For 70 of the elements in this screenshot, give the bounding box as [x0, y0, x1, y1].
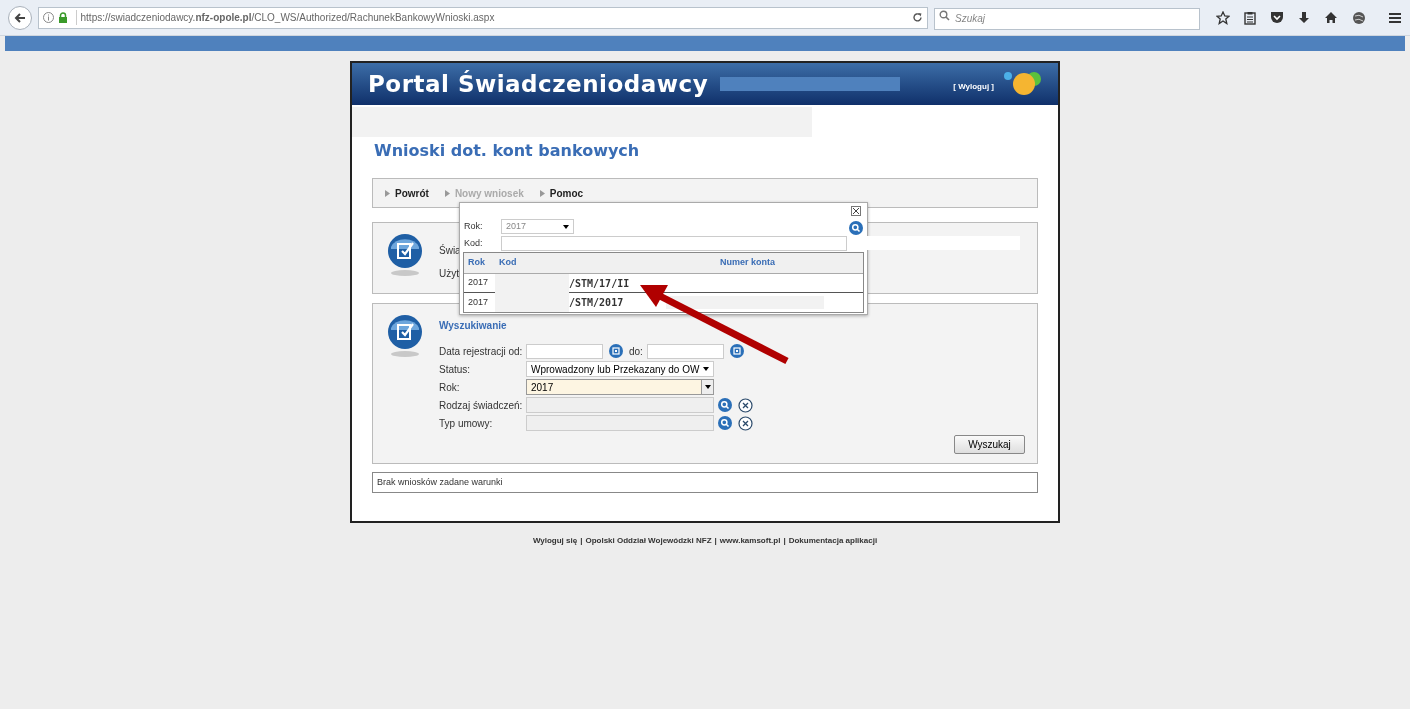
back-button[interactable] — [8, 5, 32, 30]
reload-icon — [912, 12, 923, 23]
table-cell-text: 2017 — [467, 276, 490, 290]
menu-icon[interactable] — [1388, 11, 1402, 24]
clear-icon[interactable] — [738, 415, 753, 431]
download-icon[interactable] — [1298, 10, 1310, 25]
dropdown-arrow-icon — [703, 367, 709, 371]
info-text: Użyt — [439, 267, 460, 281]
field-label: do: — [629, 344, 643, 359]
section-title: Wyszukiwanie — [439, 319, 508, 333]
column-header: Kod — [498, 256, 518, 270]
field-label: Kod: — [464, 236, 484, 250]
search-icon[interactable] — [718, 398, 732, 412]
separator: | — [580, 535, 583, 547]
calendar-icon[interactable] — [729, 344, 744, 358]
star-icon[interactable] — [1216, 10, 1230, 25]
portal-title: Portal Świadczeniodawcy — [368, 69, 709, 99]
select-field[interactable]: 2017 — [526, 379, 714, 395]
logout-link[interactable]: [ Wyloguj ] — [953, 81, 994, 93]
field-label: Status: — [439, 362, 472, 377]
search-button[interactable]: Wyszukaj — [954, 435, 1025, 454]
footer-link[interactable]: Wyloguj się — [532, 535, 578, 547]
footer-link[interactable]: Opolski Oddział Wojewódzki NFZ — [585, 535, 712, 547]
separator: | — [783, 535, 786, 547]
edit-icon — [387, 233, 423, 277]
info-icon — [42, 12, 54, 23]
field-label: Rok: — [464, 219, 484, 233]
menu-link[interactable]: Pomoc — [539, 185, 584, 201]
calendar-icon[interactable] — [609, 344, 623, 358]
globe-icon[interactable] — [1352, 10, 1366, 25]
column-header: Numer konta — [719, 256, 775, 270]
column-header: Rok — [467, 256, 486, 270]
field-label: Rok: — [439, 380, 461, 395]
page-title: Wnioski dot. kont bankowych — [374, 140, 641, 162]
url-field[interactable]: https://swiadczeniodawcy.nfz-opole.pl/CLO_WS/Authorized/RachunekBankowyWnioski.aspx — [37, 6, 928, 29]
close-icon — [852, 207, 860, 215]
date-field[interactable] — [526, 343, 603, 359]
field-label: Data rejestracji od: — [439, 344, 524, 359]
date-field[interactable] — [646, 343, 724, 359]
menu-link[interactable]: Powrót — [385, 185, 429, 201]
triangle-icon — [385, 189, 390, 197]
code-field[interactable] — [501, 236, 847, 251]
table-cell-text: /STM/2017 — [569, 296, 625, 310]
separator: | — [714, 535, 717, 547]
clear-icon[interactable] — [738, 397, 753, 413]
footer-link[interactable]: www.kamsoft.pl — [719, 535, 781, 547]
footer-link[interactable]: Dokumentacja aplikacji — [788, 535, 878, 547]
search-field[interactable]: Szukaj — [934, 7, 1200, 30]
url-text: https://swiadczeniodawcy.nfz-opole.pl/CLO_WS/Authorized/RachunekBankowyWnioski.aspx — [75, 10, 495, 25]
result-message: Brak wniosków zadane warunki — [372, 472, 1038, 493]
pocket-icon[interactable] — [1270, 11, 1284, 24]
select-field[interactable]: Wprowadzony lub Przekazany do OW — [526, 361, 714, 377]
search-icon[interactable] — [849, 221, 863, 235]
clipboard-icon[interactable] — [1244, 10, 1256, 25]
field-label: Rodzaj świadczeń: — [439, 398, 524, 413]
table-cell-text: /STM/17/II — [569, 276, 631, 291]
close-button[interactable] — [851, 206, 861, 216]
table-row[interactable]: 2017 /STM/2017 — [464, 293, 863, 312]
home-icon[interactable] — [1324, 11, 1338, 24]
table-cell-text: 2017 — [467, 295, 490, 309]
dropdown-arrow-icon — [563, 224, 569, 229]
lock-icon — [57, 12, 68, 23]
select-field[interactable]: 2017 — [501, 219, 574, 234]
search-icon — [939, 10, 950, 22]
back-arrow-icon — [13, 11, 26, 24]
triangle-icon — [539, 189, 545, 197]
search-icon[interactable] — [718, 416, 732, 430]
edit-icon — [387, 314, 423, 358]
triangle-icon — [444, 189, 450, 197]
field-label: Typ umowy: — [439, 416, 494, 431]
